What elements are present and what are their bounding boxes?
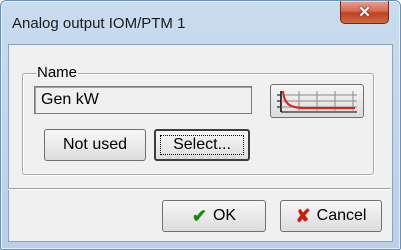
ok-button[interactable]: ✔ OK [162, 200, 266, 232]
button-divider [8, 188, 391, 190]
cancel-button[interactable]: ✘ Cancel [280, 200, 382, 232]
name-field[interactable]: Gen kW [34, 86, 252, 114]
cancel-label: Cancel [316, 207, 367, 224]
name-group-label: Name [36, 64, 79, 81]
checkmark-icon: ✔ [191, 206, 207, 226]
title-bar[interactable]: Analog output IOM/PTM 1 ✕ [1, 1, 400, 45]
not-used-label: Not used [62, 136, 128, 153]
close-button[interactable]: ✕ [340, 1, 389, 24]
close-icon: ✕ [358, 4, 371, 21]
window-title: Analog output IOM/PTM 1 [12, 15, 186, 32]
not-used-button[interactable]: Not used [44, 129, 146, 161]
red-x-icon: ✘ [295, 206, 311, 226]
curve-graph-button[interactable] [270, 84, 364, 118]
focus-rectangle [160, 135, 244, 155]
select-button[interactable]: Select... [154, 129, 250, 161]
curve-graph-icon [277, 90, 357, 113]
ok-label: OK [212, 207, 237, 224]
